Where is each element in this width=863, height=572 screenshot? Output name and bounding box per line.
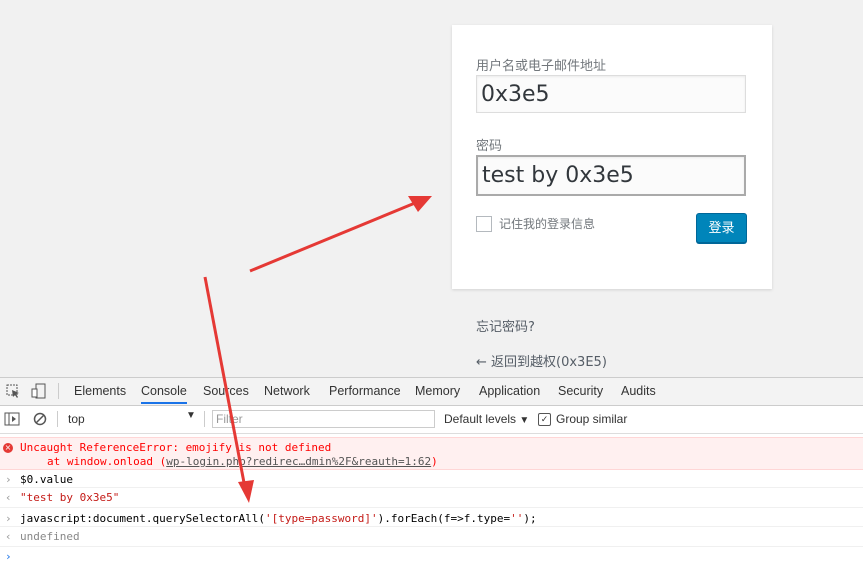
levels-label: Default levels	[444, 412, 517, 426]
context-selector[interactable]: top	[62, 410, 200, 428]
chevron-right-icon: ›	[5, 473, 12, 486]
username-label: 用户名或电子邮件地址	[476, 59, 607, 74]
chevron-down-icon: ▼	[519, 415, 530, 426]
tab-application[interactable]: Application	[479, 384, 540, 398]
levels-dropdown[interactable]: Default levels ▼	[444, 412, 529, 426]
arrowhead-icon	[408, 196, 432, 212]
stack-prefix: at window.onload (	[47, 455, 167, 468]
command-part: );	[523, 512, 537, 525]
password-field[interactable]: test by 0x3e5	[476, 155, 746, 196]
console-result-row: ‹ "test by 0x3e5"	[0, 488, 863, 508]
arrow-to-password	[249, 201, 416, 273]
console-output: × Uncaught ReferenceError: emojify is no…	[0, 437, 863, 563]
login-form: 用户名或电子邮件地址 0x3e5 密码 test by 0x3e5 记住我的登录…	[452, 25, 772, 289]
chevron-left-icon: ‹	[5, 491, 12, 504]
inspect-icon[interactable]	[5, 383, 21, 399]
group-similar-label: Group similar	[556, 412, 628, 426]
chevron-right-icon: ›	[5, 512, 12, 525]
prompt-icon: ›	[5, 550, 12, 563]
tab-network[interactable]: Network	[264, 384, 310, 398]
remember-checkbox[interactable]	[476, 216, 492, 232]
console-prompt[interactable]: ›	[0, 547, 863, 563]
chevron-left-icon: ‹	[5, 530, 12, 543]
tab-performance[interactable]: Performance	[329, 384, 401, 398]
command-part: ).forEach(f=>f.type=	[377, 512, 511, 525]
divider	[57, 411, 58, 427]
divider	[204, 411, 205, 427]
console-result: undefined	[20, 530, 80, 543]
device-toolbar-icon[interactable]	[31, 383, 47, 399]
command-string: '[type=password]'	[265, 512, 378, 525]
stack-suffix: )	[431, 455, 438, 468]
error-icon: ×	[3, 443, 13, 453]
console-input-row: › javascript:document.querySelectorAll('[…	[0, 508, 863, 527]
devtools-panel: Elements Console Sources Network Perform…	[0, 377, 863, 572]
tab-audits[interactable]: Audits	[621, 384, 656, 398]
devtools-tabbar: Elements Console Sources Network Perform…	[0, 378, 863, 406]
password-label: 密码	[476, 139, 503, 154]
console-input-row: › $0.value	[0, 470, 863, 488]
source-link[interactable]: wp-login.php?redirec…dmin%2F&reauth=1:62	[166, 455, 431, 468]
console-result: "test by 0x3e5"	[20, 491, 120, 504]
console-toolbar: top ▼ Filter Default levels ▼ ✓ Group si…	[0, 406, 863, 434]
group-similar-checkbox[interactable]: ✓	[538, 413, 551, 426]
tab-elements[interactable]: Elements	[74, 384, 126, 398]
tab-sources[interactable]: Sources	[203, 384, 249, 398]
clear-console-icon[interactable]	[32, 411, 48, 427]
tab-memory[interactable]: Memory	[415, 384, 460, 398]
username-field[interactable]: 0x3e5	[476, 75, 746, 113]
remember-label: 记住我的登录信息	[499, 217, 596, 231]
chevron-down-icon: ▼	[186, 410, 196, 421]
divider	[58, 383, 59, 399]
error-stack: at window.onload (wp-login.php?redirec…d…	[20, 455, 863, 469]
command-part: javascript:document.querySelectorAll(	[20, 512, 266, 525]
command-string: ''	[510, 512, 524, 525]
back-link[interactable]: ← 返回到越权(0x3E5)	[476, 351, 607, 370]
console-result-row: ‹ undefined	[0, 527, 863, 547]
tab-console[interactable]: Console	[141, 384, 187, 404]
forgot-password-link[interactable]: 忘记密码?	[476, 316, 535, 335]
error-message: Uncaught ReferenceError: emojify is not …	[20, 441, 332, 454]
filter-input[interactable]: Filter	[212, 410, 435, 428]
sidebar-toggle-icon[interactable]	[4, 411, 20, 427]
login-button[interactable]: 登录	[696, 213, 747, 243]
console-error: × Uncaught ReferenceError: emojify is no…	[0, 437, 863, 470]
console-command: $0.value	[20, 473, 73, 486]
tab-security[interactable]: Security	[558, 384, 603, 398]
